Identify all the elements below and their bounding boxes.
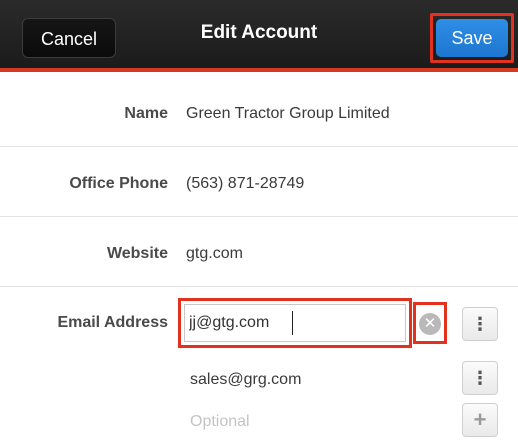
email-secondary-value[interactable]: sales@grg.com — [190, 360, 301, 400]
divider — [0, 146, 518, 147]
text-cursor — [292, 311, 293, 335]
website-value[interactable]: gtg.com — [186, 234, 243, 274]
clear-x-icon[interactable]: ✕ — [419, 313, 441, 335]
email-secondary-menu-button[interactable]: ⋮ — [462, 361, 498, 395]
website-label: Website — [106, 245, 168, 262]
name-label: Name — [124, 105, 168, 122]
plus-icon: + — [473, 407, 487, 432]
page-title: Edit Account — [200, 22, 318, 43]
divider — [0, 286, 518, 287]
name-value[interactable]: Green Tractor Group Limited — [186, 94, 390, 134]
website-row: Website gtg.com — [0, 234, 518, 274]
email-secondary-row: sales@grg.com — [0, 360, 518, 400]
save-button[interactable]: Save — [436, 19, 508, 57]
cancel-button[interactable]: Cancel — [22, 18, 116, 58]
office-phone-value[interactable]: (563) 871-28749 — [186, 164, 304, 204]
divider — [0, 216, 518, 217]
office-phone-label: Office Phone — [69, 175, 168, 192]
vertical-ellipsis-icon: ⋮ — [471, 368, 489, 388]
header-bar: Cancel Edit Account Save — [0, 0, 518, 72]
office-phone-row: Office Phone (563) 871-28749 — [0, 164, 518, 204]
email-new-row: Optional — [0, 402, 518, 442]
vertical-ellipsis-icon: ⋮ — [471, 314, 489, 334]
add-email-button[interactable]: + — [462, 403, 498, 437]
email-input[interactable] — [184, 304, 406, 342]
email-optional-placeholder[interactable]: Optional — [190, 402, 250, 442]
email-menu-button[interactable]: ⋮ — [462, 307, 498, 341]
name-row: Name Green Tractor Group Limited — [0, 94, 518, 134]
email-label: Email Address — [57, 314, 168, 331]
